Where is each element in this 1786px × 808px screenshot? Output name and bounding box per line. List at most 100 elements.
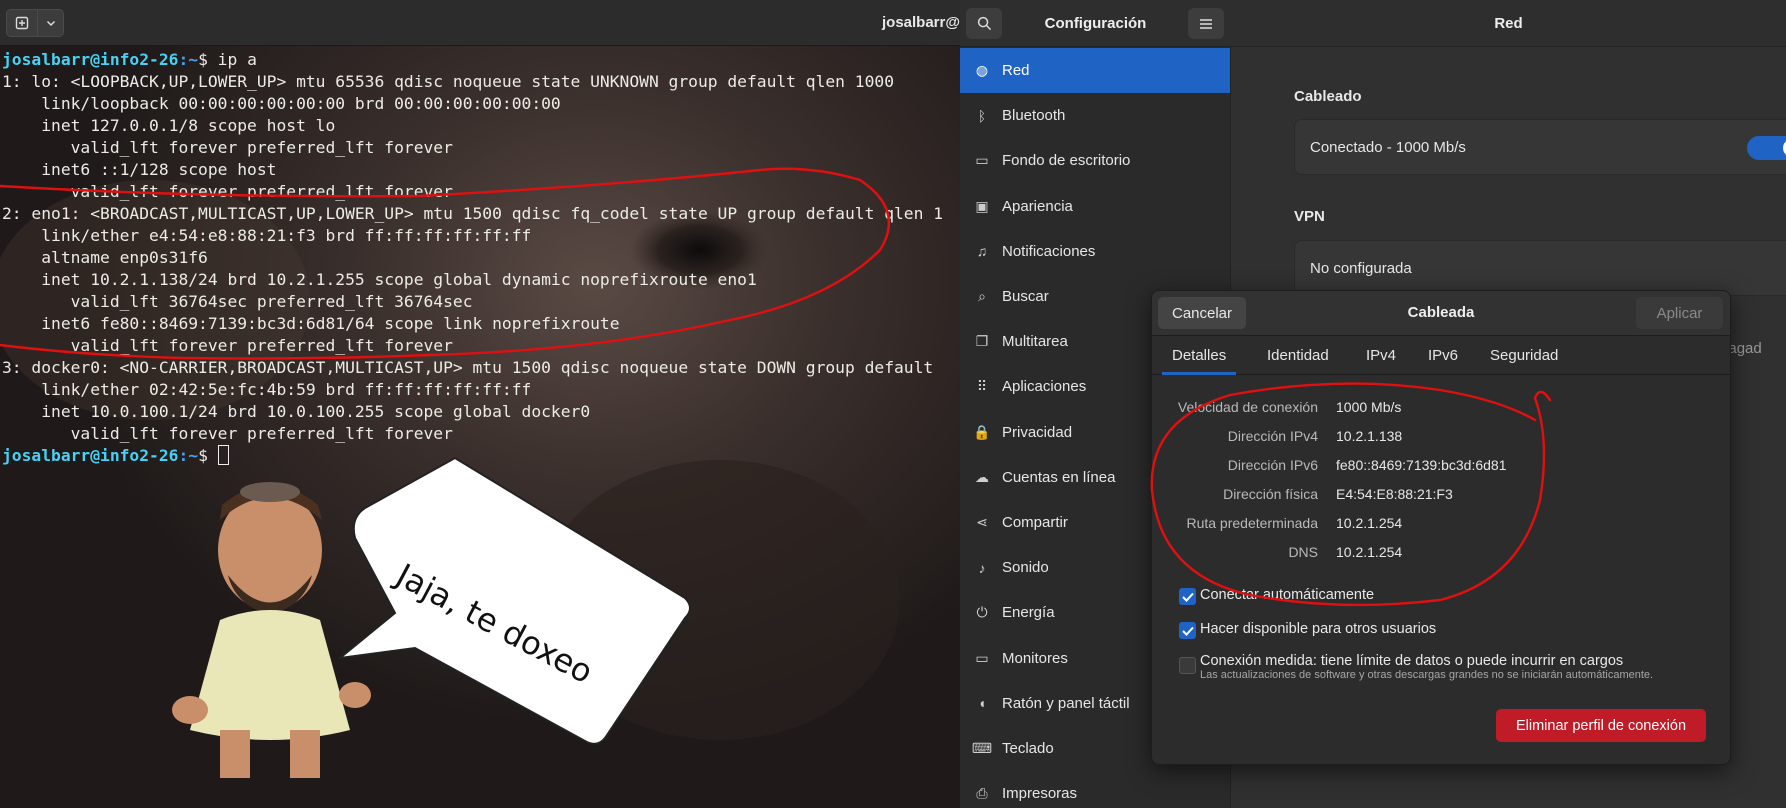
sidebar-item-label: Privacidad (1002, 423, 1073, 441)
sidebar-item-label: Monitores (1002, 649, 1068, 667)
prompt-path: :~ (178, 50, 199, 69)
output-line: inet 10.2.1.138/24 brd 10.2.1.255 scope … (2, 270, 757, 289)
sidebar-item-label: Apariencia (1002, 197, 1073, 215)
delete-profile-button[interactable]: Eliminar perfil de conexión (1496, 709, 1706, 742)
sidebar-item-fondo-de-escritorio[interactable]: ▭ Fondo de escritorio (960, 138, 1230, 183)
output-line: inet6 fe80::8469:7139:bc3d:6d81/64 scope… (2, 314, 620, 333)
hamburger-icon (1200, 18, 1212, 29)
main-menu-button[interactable] (1188, 8, 1224, 39)
wired-section-title: Cableado (1294, 88, 1362, 105)
sidebar-item-impresoras[interactable]: ⎙ Impresoras (960, 771, 1230, 808)
prompt-user: josalbarr@info2-26 (2, 50, 179, 69)
detail-value-mac: E4:54:E8:88:21:F3 (1336, 486, 1453, 502)
wired-connection-row[interactable]: Conectado - 1000 Mb/s (1294, 119, 1786, 175)
sidebar-item-label: Notificaciones (1002, 242, 1096, 260)
sidebar-item-label: Compartir (1002, 513, 1068, 531)
metered-label: Conexión medida: tiene límite de datos o… (1200, 653, 1624, 669)
cartoon-person-sticker (172, 482, 371, 778)
detail-value-ipv4: 10.2.1.138 (1336, 428, 1403, 444)
tab-detalles[interactable]: Detalles (1162, 336, 1237, 375)
sidebar-item-label: Aplicaciones (1002, 378, 1087, 396)
detail-label-gateway: Ruta predeterminada (1186, 515, 1318, 531)
sidebar-item-notificaciones[interactable]: ♫ Notificaciones (960, 229, 1230, 274)
sidebar-item-label: Fondo de escritorio (1002, 152, 1131, 170)
bluetooth-icon: ᛒ (977, 107, 987, 124)
tab-menu-button[interactable] (38, 9, 64, 37)
mouse-icon: ◖ (977, 695, 987, 712)
output-line: valid_lft forever preferred_lft forever (2, 424, 453, 443)
terminal-output[interactable]: josalbarr@info2-26:~$ ip a 1: lo: <LOOPB… (2, 49, 943, 467)
chevron-down-icon (46, 20, 55, 27)
terminal-window: josalbarr@ josalbarr@info2-26:~$ ip a 1:… (0, 0, 960, 808)
printer-icon: ⎙ (976, 785, 988, 802)
detail-value-gateway: 10.2.1.254 (1336, 515, 1403, 531)
detail-label-mac: Dirección física (1223, 486, 1318, 502)
output-line: inet 127.0.0.1/8 scope host lo (2, 116, 336, 135)
checkmark-icon (1181, 626, 1194, 636)
cloud-icon: ☁ (975, 468, 989, 485)
command-text: $ ip a (198, 50, 257, 69)
wired-status: Conectado - 1000 Mb/s (1310, 139, 1466, 156)
auto-connect-label: Conectar automáticamente (1200, 587, 1375, 603)
terminal-titlebar: josalbarr@ (0, 0, 960, 46)
sidebar-item-label: Multitarea (1002, 333, 1068, 351)
final-prompt: $ (198, 446, 218, 465)
sidebar-item-label: Cuentas en línea (1002, 468, 1116, 486)
sidebar-item-apariencia[interactable]: ▣ Apariencia (960, 184, 1230, 229)
sidebar-item-label: Bluetooth (1002, 107, 1066, 125)
output-line: valid_lft 36764sec preferred_lft 36764se… (2, 292, 473, 311)
output-line: valid_lft forever preferred_lft forever (2, 336, 453, 355)
metered-checkbox[interactable] (1179, 657, 1196, 674)
new-tab-icon (15, 16, 29, 30)
new-tab-button[interactable] (6, 9, 38, 37)
sidebar-item-label: Sonido (1002, 559, 1049, 577)
detail-label-speed: Velocidad de conexión (1177, 399, 1318, 415)
sidebar-item-label: Ratón y panel táctil (1002, 694, 1130, 712)
output-line: 3: docker0: <NO-CARRIER,BROADCAST,MULTIC… (2, 358, 934, 377)
detail-label-ipv6: Dirección IPv6 (1227, 457, 1318, 473)
apps-grid-icon: ⠿ (976, 378, 988, 395)
detail-label-dns: DNS (1288, 544, 1318, 560)
output-line: valid_lft forever preferred_lft forever (2, 182, 453, 201)
content-header: Red (1231, 0, 1786, 47)
output-line: link/ether 02:42:5e:fc:4b:59 brd ff:ff:f… (2, 380, 532, 399)
globe-icon: ◍ (975, 62, 989, 79)
prompt-path: :~ (178, 446, 199, 465)
tab-seguridad[interactable]: Seguridad (1480, 336, 1568, 375)
sidebar-item-label: Teclado (1002, 739, 1054, 757)
prompt-user: josalbarr@info2-26 (2, 446, 179, 465)
sidebar-header: Configuración (960, 0, 1231, 47)
tab-ipv4[interactable]: IPv4 (1356, 336, 1406, 375)
multitask-icon: ❐ (975, 333, 989, 350)
vpn-row[interactable]: No configurada (1294, 240, 1786, 296)
output-line: inet6 ::1/128 scope host (2, 160, 277, 179)
wired-connection-dialog: Cancelar Cableada Aplicar Detalles Ident… (1151, 290, 1731, 765)
output-line: 2: eno1: <BROADCAST,MULTICAST,UP,LOWER_U… (2, 204, 944, 223)
sidebar-item-label: Red (1002, 62, 1030, 80)
checkmark-icon (1181, 592, 1194, 602)
music-note-icon: ♪ (978, 559, 986, 576)
page-title: Red (1494, 15, 1523, 32)
wired-toggle[interactable] (1747, 136, 1786, 160)
sidebar-item-label: Buscar (1002, 288, 1049, 306)
tab-ipv6[interactable]: IPv6 (1418, 336, 1468, 375)
sidebar-item-red[interactable]: ◍ Red (960, 48, 1230, 94)
sidebar-item-bluetooth[interactable]: ᛒ Bluetooth (960, 93, 1230, 138)
terminal-title: josalbarr@ (882, 14, 960, 31)
share-checkbox[interactable] (1179, 622, 1196, 639)
output-line: link/ether e4:54:e8:88:21:f3 brd ff:ff:f… (2, 226, 532, 245)
auto-connect-checkbox[interactable] (1179, 588, 1196, 605)
tab-identidad[interactable]: Identidad (1257, 336, 1339, 375)
search-icon: ⌕ (978, 288, 986, 305)
dialog-header: Cancelar Cableada Aplicar (1152, 291, 1730, 336)
output-line: link/loopback 00:00:00:00:00:00 brd 00:0… (2, 94, 561, 113)
output-line: valid_lft forever preferred_lft forever (2, 138, 453, 157)
keyboard-icon: ⌨ (971, 739, 993, 756)
detail-value-speed: 1000 Mb/s (1336, 399, 1402, 415)
sidebar-item-label: Energía (1002, 604, 1055, 622)
detail-label-ipv4: Dirección IPv4 (1227, 428, 1318, 444)
appearance-icon: ▣ (975, 197, 989, 214)
apply-button[interactable]: Aplicar (1636, 297, 1723, 329)
text-cursor (217, 445, 229, 465)
detail-value-ipv6: fe80::8469:7139:bc3d:6d81 (1336, 457, 1507, 473)
